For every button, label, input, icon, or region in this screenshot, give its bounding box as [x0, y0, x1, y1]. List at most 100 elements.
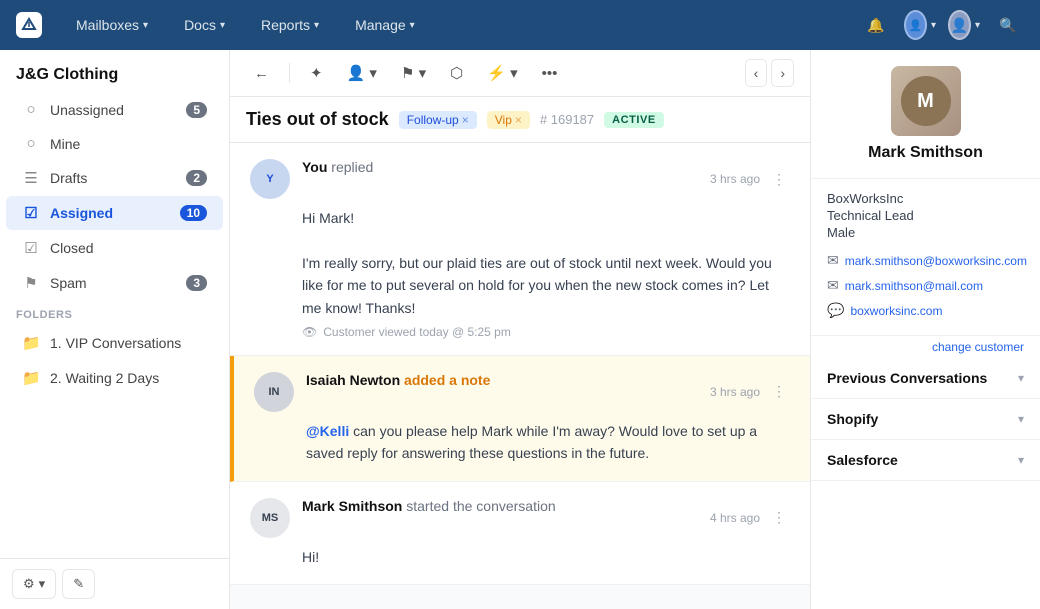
- message-meta: Mark Smithson started the conversation: [302, 498, 556, 514]
- notifications-button[interactable]: 🔔: [860, 9, 892, 41]
- sender-avatar: IN: [254, 372, 294, 412]
- chevron-down-icon: ▾: [1018, 453, 1024, 467]
- chat-icon: 💬: [827, 302, 844, 319]
- change-customer-button[interactable]: change customer: [811, 336, 1040, 358]
- sidebar-item-unassigned[interactable]: ○ Unassigned 5: [6, 93, 223, 126]
- spam-badge: 3: [186, 275, 207, 291]
- messages-area: Y You replied 3 hrs ago ⋮ Hi Mark! I'm r…: [230, 143, 810, 609]
- user-avatar-button[interactable]: 👤 ▾: [948, 9, 980, 41]
- folder-icon: 📁: [22, 369, 40, 387]
- vip-tag[interactable]: Vip ×: [487, 111, 530, 129]
- customer-website[interactable]: boxworksinc.com: [850, 304, 942, 318]
- chevron-down-icon: ▾: [314, 20, 319, 31]
- follow-up-remove-icon[interactable]: ×: [462, 113, 469, 127]
- assign-button[interactable]: 👤 ▾: [339, 58, 385, 88]
- assigned-badge: 10: [180, 205, 207, 221]
- sidebar-folder-vip[interactable]: 📁 1. VIP Conversations: [6, 326, 223, 360]
- sidebar-item-assigned[interactable]: ☑ Assigned 10: [6, 196, 223, 230]
- message-footer: 👁 Customer viewed today @ 5:25 pm: [250, 325, 790, 339]
- customer-email2-row: ✉ mark.smithson@mail.com: [827, 273, 1024, 298]
- message-body: Hi!: [250, 546, 790, 568]
- sender-avatar: MS: [250, 498, 290, 538]
- spam-icon: ⚑: [22, 274, 40, 292]
- gear-icon: ⚙: [23, 576, 35, 592]
- message-item: Y You replied 3 hrs ago ⋮ Hi Mark! I'm r…: [230, 143, 810, 356]
- nav-mailboxes[interactable]: Mailboxes ▾: [68, 13, 156, 37]
- message-time: 3 hrs ago: [710, 385, 760, 399]
- customer-avatar: M: [891, 66, 961, 136]
- search-button[interactable]: 🔍: [992, 9, 1024, 41]
- customer-header: M Mark Smithson: [811, 50, 1040, 179]
- salesforce-toggle[interactable]: Salesforce ▾: [811, 440, 1040, 480]
- shopify-section: Shopify ▾: [811, 399, 1040, 440]
- email-icon: ✉: [827, 252, 839, 269]
- action-button[interactable]: ⚡ ▾: [479, 58, 525, 88]
- sidebar: J&G Clothing ○ Unassigned 5 ○ Mine ☰ Dra…: [0, 50, 230, 609]
- sender-name: You replied: [302, 159, 373, 175]
- drafts-icon: ☰: [22, 169, 40, 187]
- sender-name: Mark Smithson started the conversation: [302, 498, 556, 514]
- settings-button[interactable]: ⚙ ▾: [12, 569, 56, 599]
- sidebar-title: J&G Clothing: [0, 50, 229, 92]
- message-time: 3 hrs ago: [710, 172, 760, 186]
- top-nav: Mailboxes ▾ Docs ▾ Reports ▾ Manage ▾ 🔔 …: [0, 0, 1040, 50]
- flag-button[interactable]: ⚑ ▾: [393, 58, 434, 88]
- back-button[interactable]: ←: [246, 59, 277, 88]
- conversation-title: Ties out of stock: [246, 109, 389, 130]
- sidebar-folder-waiting[interactable]: 📁 2. Waiting 2 Days: [6, 361, 223, 395]
- main-layout: J&G Clothing ○ Unassigned 5 ○ Mine ☰ Dra…: [0, 50, 1040, 609]
- mention: @Kelli: [306, 423, 349, 439]
- right-panel: M Mark Smithson BoxWorksInc Technical Le…: [810, 50, 1040, 609]
- customer-info: BoxWorksInc Technical Lead Male ✉ mark.s…: [811, 179, 1040, 336]
- folders-section: FOLDERS: [0, 301, 229, 325]
- sender-avatar: Y: [250, 159, 290, 199]
- sidebar-item-spam[interactable]: ⚑ Spam 3: [6, 266, 223, 300]
- active-status-badge: ACTIVE: [604, 112, 664, 128]
- sidebar-item-closed[interactable]: ☑ Closed: [6, 231, 223, 265]
- message-item: IN Isaiah Newton added a note 3 hrs ago …: [230, 356, 810, 482]
- next-conversation-button[interactable]: ›: [771, 59, 794, 87]
- nav-manage[interactable]: Manage ▾: [347, 13, 423, 37]
- shopify-toggle[interactable]: Shopify ▾: [811, 399, 1040, 439]
- message-header: Y You replied: [250, 159, 373, 199]
- nav-reports[interactable]: Reports ▾: [253, 13, 327, 37]
- customer-email1-row: ✉ mark.smithson@boxworksinc.com: [827, 248, 1024, 273]
- nav-docs[interactable]: Docs ▾: [176, 13, 233, 37]
- conversation-id: # 169187: [540, 112, 594, 127]
- folder-icon: 📁: [22, 334, 40, 352]
- compose-button[interactable]: ✎: [62, 569, 95, 599]
- email-icon: ✉: [827, 277, 839, 294]
- compose-icon: ✎: [73, 576, 84, 592]
- unassigned-badge: 5: [186, 102, 207, 118]
- closed-icon: ☑: [22, 239, 40, 257]
- label-button[interactable]: ⬡: [442, 58, 471, 88]
- vip-remove-icon[interactable]: ×: [515, 113, 522, 127]
- message-header: MS Mark Smithson started the conversatio…: [250, 498, 556, 538]
- mine-icon: ○: [22, 135, 40, 152]
- sidebar-item-drafts[interactable]: ☰ Drafts 2: [6, 161, 223, 195]
- message-options-button[interactable]: ⋮: [768, 379, 790, 404]
- customer-company: BoxWorksInc: [827, 191, 1024, 206]
- message-header-row: MS Mark Smithson started the conversatio…: [250, 498, 790, 538]
- follow-up-tag[interactable]: Follow-up ×: [399, 111, 477, 129]
- more-button[interactable]: •••: [534, 59, 566, 88]
- chevron-down-icon: ▾: [220, 20, 225, 31]
- team-avatar-button[interactable]: 👤 ▾: [904, 9, 936, 41]
- chevron-down-icon: ▾: [143, 20, 148, 31]
- message-meta: You replied: [302, 159, 373, 175]
- tag-button[interactable]: ✦: [302, 58, 331, 88]
- customer-email1[interactable]: mark.smithson@boxworksinc.com: [845, 254, 1027, 268]
- inbox-icon: ○: [22, 101, 40, 118]
- previous-conversations-toggle[interactable]: Previous Conversations ▾: [811, 358, 1040, 398]
- content-area: ← ✦ 👤 ▾ ⚑ ▾ ⬡ ⚡ ▾ ••• ‹ › Ties out of st…: [230, 50, 810, 609]
- message-options-button[interactable]: ⋮: [768, 167, 790, 192]
- conversation-header: Ties out of stock Follow-up × Vip × # 16…: [230, 97, 810, 143]
- eye-icon: 👁: [302, 325, 317, 339]
- customer-email2[interactable]: mark.smithson@mail.com: [845, 279, 983, 293]
- sidebar-nav: ○ Unassigned 5 ○ Mine ☰ Drafts 2 ☑ Assig…: [0, 92, 229, 558]
- message-options-button[interactable]: ⋮: [768, 505, 790, 530]
- customer-website-row: 💬 boxworksinc.com: [827, 298, 1024, 323]
- shopify-title: Shopify: [827, 411, 878, 427]
- prev-conversation-button[interactable]: ‹: [745, 59, 768, 87]
- sidebar-item-mine[interactable]: ○ Mine: [6, 127, 223, 160]
